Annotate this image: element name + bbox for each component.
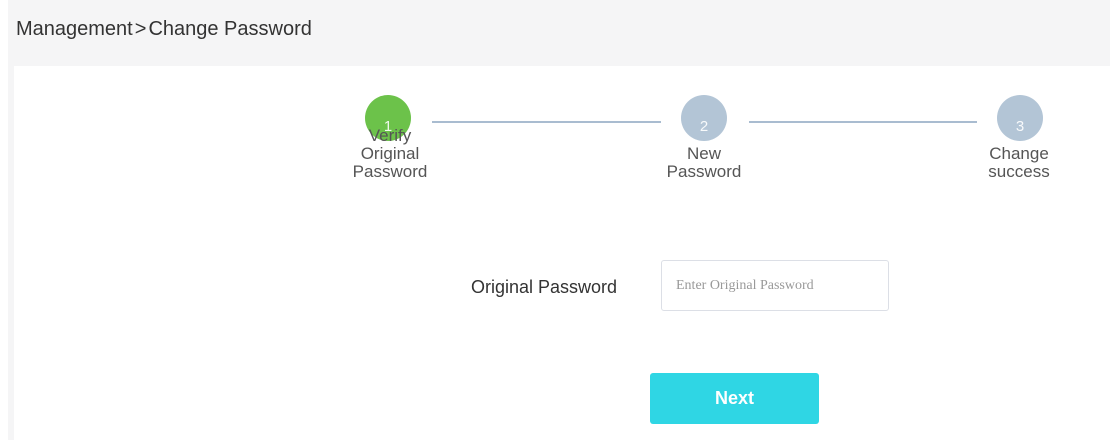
next-button[interactable]: Next bbox=[650, 373, 819, 424]
step-2-label: New Password bbox=[639, 145, 769, 181]
breadcrumb-separator: > bbox=[134, 18, 147, 40]
step-connector-2-3 bbox=[749, 121, 977, 123]
breadcrumb-parent[interactable]: Management bbox=[16, 18, 133, 41]
step-2-label-line2: Password bbox=[666, 162, 742, 181]
step-3-indicator: 3 bbox=[997, 95, 1043, 141]
step-connector-1-2 bbox=[432, 121, 661, 123]
step-2-indicator: 2 bbox=[681, 95, 727, 141]
breadcrumb-current: Change Password bbox=[148, 18, 312, 40]
step-3-label-line1: Change bbox=[989, 144, 1049, 163]
step-1-label-line3: Password bbox=[352, 162, 428, 181]
step-3-number: 3 bbox=[1015, 117, 1025, 135]
page-header: Management > Change Password bbox=[8, 0, 1110, 66]
page-frame: Management > Change Password bbox=[8, 0, 1110, 440]
breadcrumb: Management > Change Password bbox=[16, 18, 312, 41]
step-1-label-line1: Verify bbox=[368, 126, 412, 145]
step-1-label-line2: Original bbox=[360, 144, 420, 163]
step-3-label: Change success bbox=[954, 145, 1084, 181]
step-2-number: 2 bbox=[699, 117, 709, 135]
original-password-label: Original Password bbox=[471, 277, 618, 297]
step-1-label: Verify Original Password bbox=[325, 127, 455, 181]
original-password-input[interactable] bbox=[661, 260, 889, 311]
step-3-label-line2: success bbox=[988, 162, 1050, 181]
step-2-label-line1: New bbox=[686, 144, 721, 163]
